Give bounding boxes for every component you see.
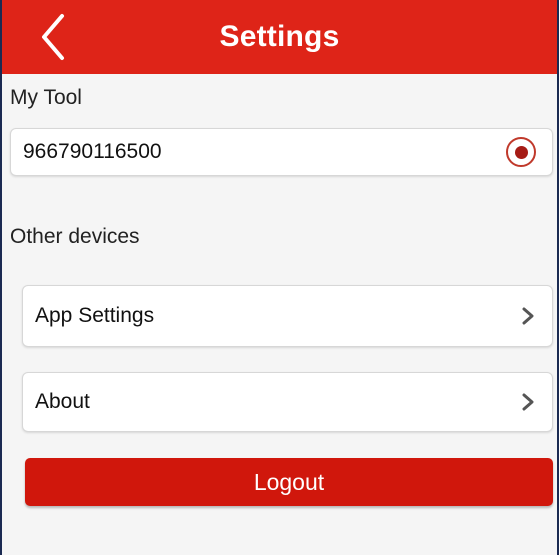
page-title: Settings [219,20,340,53]
logout-button[interactable]: Logout [25,458,553,506]
back-button[interactable] [32,12,78,62]
about-item[interactable]: About [22,372,553,432]
about-label: About [35,390,90,413]
tool-serial-number: 966790116500 [23,140,162,163]
radio-selected-icon[interactable] [506,137,536,167]
app-settings-label: App Settings [35,304,155,327]
chevron-left-icon [42,14,64,60]
radio-dot [514,145,528,159]
header-bar: Settings [2,0,557,74]
settings-screen: Settings My Tool 966790116500 Other devi… [0,0,559,555]
chevron-right-icon [522,393,534,411]
my-tool-label: My Tool [10,86,82,109]
tool-serial-row[interactable]: 966790116500 [10,128,553,176]
chevron-right-icon [522,307,534,325]
app-settings-item[interactable]: App Settings [22,285,553,347]
other-devices-label: Other devices [10,225,140,248]
